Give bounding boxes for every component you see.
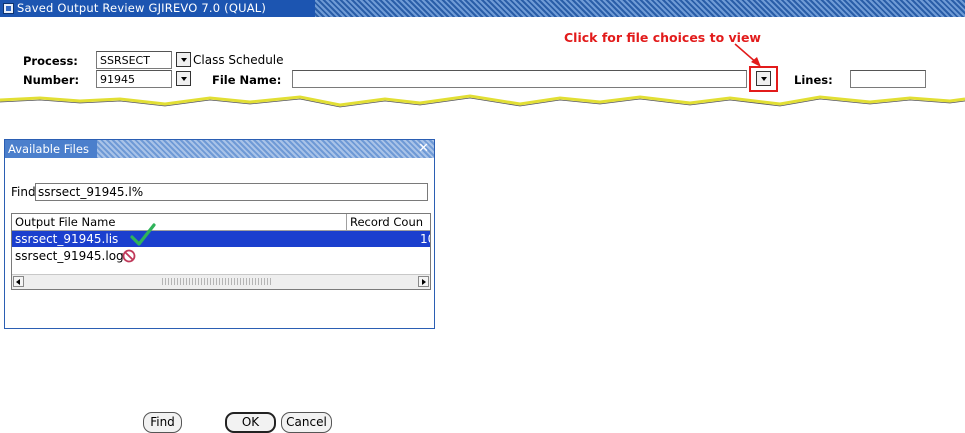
column-header-output-file-name[interactable]: Output File Name [15,215,115,229]
dialog-title: Available Files [8,142,89,156]
record-count-cell: 1010 [420,232,430,246]
list-item[interactable]: ssrsect_91945.lis 1010 [12,223,430,247]
scroll-right-icon[interactable] [418,276,429,287]
column-header-record-count[interactable]: Record Coun [346,214,426,232]
list-item[interactable]: ssrsect_91945.log [12,248,430,264]
ok-button[interactable]: OK [225,412,276,433]
torn-edge-divider [0,94,965,125]
scroll-thumb[interactable] [162,278,272,285]
dialog-title-bar: Available Files ✕ [5,140,434,158]
file-list[interactable]: Output File Name Record Coun ssrsect_919… [11,213,431,290]
available-files-dialog: Available Files ✕ Find ssrsect_91945.l% … [4,139,435,433]
no-symbol-icon [122,249,136,263]
checkmark-icon [130,223,156,246]
saved-output-review-form: Saved Output Review GJIREVO 7.0 (QUAL) P… [0,0,965,125]
find-input[interactable]: ssrsect_91945.l% [35,183,428,201]
file-name-cell: ssrsect_91945.log [15,249,124,263]
cancel-button[interactable]: Cancel [281,412,332,433]
horizontal-scrollbar[interactable] [12,274,430,289]
file-list-header: Output File Name Record Coun [12,214,430,232]
close-icon[interactable]: ✕ [418,141,429,156]
find-button[interactable]: Find [143,412,182,433]
file-name-cell: ssrsect_91945.lis [15,232,119,246]
scroll-left-icon[interactable] [13,276,24,287]
find-label: Find [11,185,36,199]
